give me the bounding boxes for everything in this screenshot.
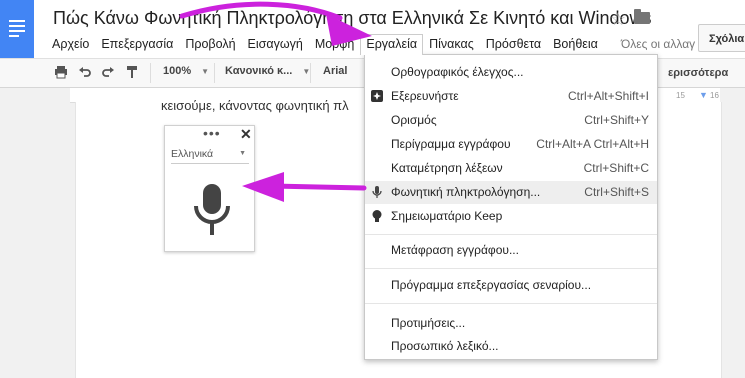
menu-item-label: Προτιμήσεις...: [391, 316, 466, 330]
menu-item-voice-typing[interactable]: Φωνητική πληκτρολόγηση... Ctrl+Shift+S: [365, 181, 657, 204]
mic-icon[interactable]: [191, 182, 233, 241]
menu-item-spelling[interactable]: Ορθογραφικός έλεγχος...: [365, 61, 657, 84]
menu-insert[interactable]: Εισαγωγή: [242, 34, 309, 54]
menu-item-shortcut: Ctrl+Shift+C: [583, 161, 649, 175]
style-value: Κανονικό κ...: [225, 65, 293, 77]
document-title[interactable]: Πώς Κάνω Φωνητική Πληκτρολόγηση στα Ελλη…: [53, 8, 652, 29]
menu-divider: [365, 303, 657, 304]
star-icon[interactable]: ☆: [610, 9, 626, 30]
voice-typing-widget: ••• ✕ Ελληνικά ▼: [164, 125, 255, 252]
bulb-icon: [370, 209, 384, 223]
menu-item-define[interactable]: Ορισμός Ctrl+Shift+Y: [365, 109, 657, 132]
redo-icon[interactable]: [101, 65, 115, 82]
app-header: Πώς Κάνω Φωνητική Πληκτρολόγηση στα Ελλη…: [0, 0, 745, 58]
language-select[interactable]: Ελληνικά ▼: [171, 148, 249, 164]
menu-item-explore[interactable]: Εξερευνήστε Ctrl+Alt+Shift+I: [365, 85, 657, 108]
style-select[interactable]: Κανονικό κ... ▼: [225, 65, 310, 77]
menu-item-label: Καταμέτρηση λέξεων: [391, 161, 503, 175]
font-select[interactable]: Arial: [323, 65, 347, 77]
menu-edit[interactable]: Επεξεργασία: [95, 34, 179, 54]
ruler-indent-marker[interactable]: ▼: [699, 90, 708, 100]
folder-icon[interactable]: [634, 9, 650, 24]
menu-item-keep-notepad[interactable]: Σημειωματάριο Keep: [365, 205, 657, 228]
menu-divider: [365, 268, 657, 269]
tools-menu: Ορθογραφικός έλεγχος... Εξερευνήστε Ctrl…: [364, 54, 658, 360]
menu-bar: Αρχείο Επεξεργασία Προβολή Εισαγωγή Μορφή Εργ…: [46, 34, 604, 55]
menu-help[interactable]: Βοήθεια: [547, 34, 604, 54]
menu-item-shortcut: Ctrl+Shift+Y: [584, 113, 649, 127]
mic-icon: [370, 185, 384, 199]
toolbar-more-text[interactable]: ερισσότερα: [668, 67, 728, 79]
zoom-value: 100%: [163, 65, 192, 77]
language-value: Ελληνικά: [171, 148, 214, 160]
menu-divider: [365, 234, 657, 235]
menu-table[interactable]: Πίνακας: [423, 34, 480, 54]
explore-icon: [370, 89, 384, 103]
close-icon[interactable]: ✕: [240, 126, 252, 143]
last-edit-link[interactable]: Όλες οι αλλαγ: [621, 37, 695, 51]
undo-icon[interactable]: [78, 65, 92, 82]
ruler-tick: 16: [710, 91, 719, 100]
menu-item-preferences[interactable]: Προτιμήσεις...: [365, 312, 657, 335]
more-dots-icon[interactable]: •••: [203, 125, 221, 141]
docs-logo-icon[interactable]: [0, 0, 34, 58]
menu-item-shortcut: Ctrl+Shift+S: [584, 185, 649, 199]
paint-format-icon[interactable]: [125, 65, 139, 82]
comments-button[interactable]: Σχόλια: [698, 24, 745, 52]
menu-item-label: Φωνητική πληκτρολόγηση...: [391, 185, 541, 199]
menu-item-shortcut: Ctrl+Alt+Shift+I: [567, 89, 649, 103]
menu-format[interactable]: Μορφή: [309, 34, 361, 54]
menu-item-label: Εξερευνήστε: [391, 89, 459, 103]
menu-item-document-outline[interactable]: Περίγραμμα εγγράφου Ctrl+Alt+A Ctrl+Alt+…: [365, 133, 657, 156]
zoom-select[interactable]: 100% ▼: [163, 65, 209, 77]
menu-view[interactable]: Προβολή: [179, 34, 241, 54]
body-text: κεισούμε, κάνοντας φωνητική πλ: [161, 98, 349, 113]
menu-addons[interactable]: Πρόσθετα: [480, 34, 547, 54]
ruler-tick: 15: [676, 91, 685, 100]
menu-tools[interactable]: Εργαλεία: [360, 34, 424, 55]
menu-item-word-count[interactable]: Καταμέτρηση λέξεων Ctrl+Shift+C: [365, 157, 657, 180]
menu-item-label: Πρόγραμμα επεξεργασίας σεναρίου...: [391, 278, 592, 292]
menu-item-shortcut: Ctrl+Alt+A Ctrl+Alt+H: [536, 137, 649, 151]
menu-item-label: Περίγραμμα εγγράφου: [391, 137, 511, 151]
menu-item-label: Ορθογραφικός έλεγχος...: [391, 65, 524, 79]
font-value: Arial: [323, 65, 348, 77]
menu-item-label: Σημειωματάριο Keep: [391, 209, 503, 223]
menu-item-label: Προσωπικό λεξικό...: [391, 339, 499, 353]
menu-file[interactable]: Αρχείο: [46, 34, 95, 54]
menu-item-label: Ορισμός: [391, 113, 437, 127]
menu-item-script-editor[interactable]: Πρόγραμμα επεξεργασίας σεναρίου...: [365, 274, 657, 297]
print-icon[interactable]: [54, 65, 68, 82]
widget-titlebar[interactable]: ••• ✕: [165, 125, 254, 143]
menu-item-label: Μετάφραση εγγράφου...: [391, 243, 519, 257]
menu-item-personal-dictionary[interactable]: Προσωπικό λεξικό...: [365, 335, 657, 358]
menu-item-translate[interactable]: Μετάφραση εγγράφου...: [365, 239, 657, 262]
